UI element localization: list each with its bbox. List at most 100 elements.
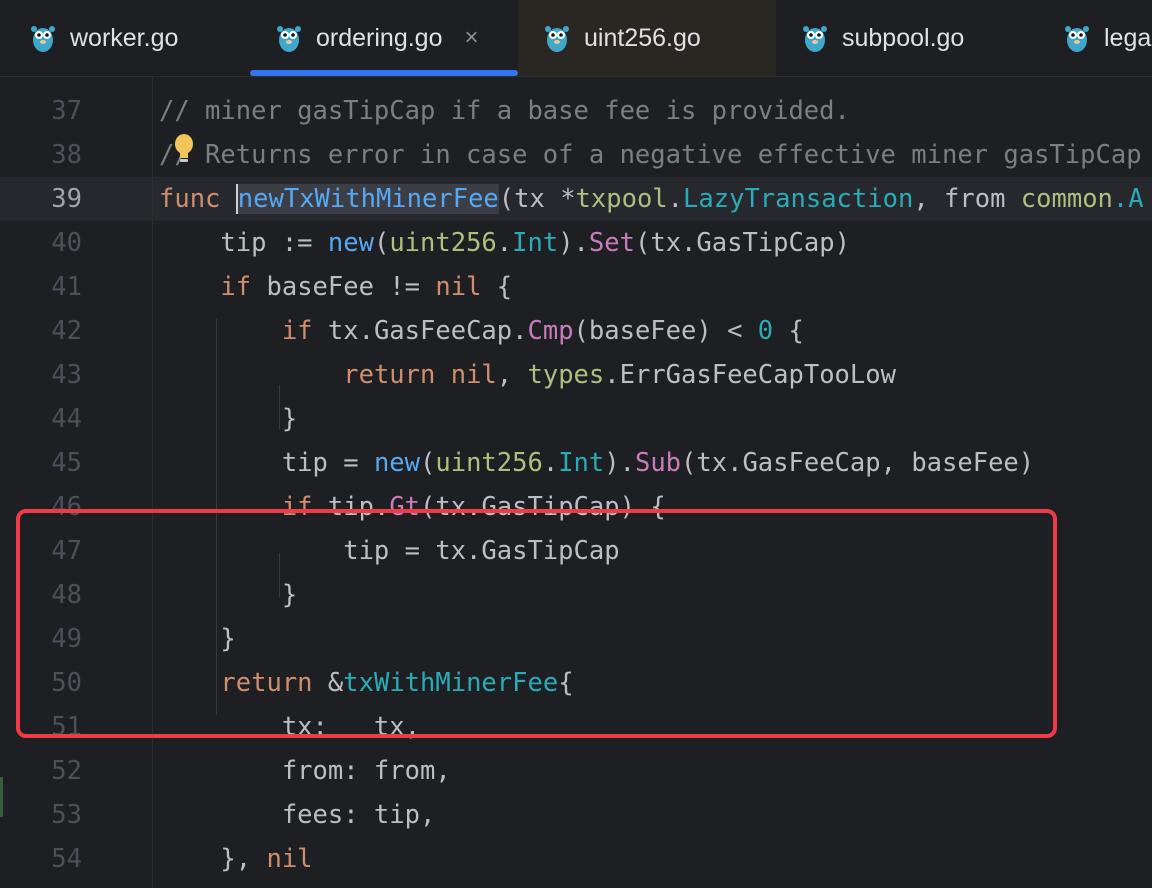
tab-label: ordering.go	[316, 23, 443, 52]
line-number[interactable]: 54	[0, 837, 82, 881]
tab-subpool-go[interactable]: subpool.go	[802, 0, 1042, 76]
code-text: fees: tip,	[159, 793, 436, 837]
code-token: }	[159, 624, 236, 654]
code-token: baseFee !=	[251, 272, 436, 302]
line-number[interactable]: 38	[0, 133, 82, 177]
code-token: (	[420, 448, 436, 478]
code-line[interactable]: 46 if tip.Gt(tx.GasTipCap) {	[0, 485, 1152, 529]
line-number[interactable]: 48	[0, 573, 82, 617]
code-text: }	[159, 573, 297, 617]
code-line[interactable]: 41 if baseFee != nil {	[0, 265, 1152, 309]
code-token: ).	[558, 228, 589, 258]
line-number[interactable]: 42	[0, 309, 82, 353]
code-token: {	[558, 668, 574, 698]
line-number[interactable]: 53	[0, 793, 82, 837]
close-icon[interactable]: ×	[464, 24, 478, 52]
tab-label: subpool.go	[842, 23, 965, 52]
code-token: (	[373, 228, 390, 258]
code-text: tip = tx.GasTipCap	[159, 529, 619, 573]
code-token: txpool	[575, 184, 668, 214]
code-token: Sub	[634, 448, 682, 478]
code-editor[interactable]: 37 // miner gasTipCap if a base fee is pr…	[0, 77, 1152, 888]
code-text: if tx.GasFeeCap.Cmp(baseFee) < 0 {	[159, 309, 804, 353]
line-number[interactable]: 41	[0, 265, 82, 309]
code-line[interactable]: 45 tip = new(uint256.Int).Sub(tx.GasFeeC…	[0, 441, 1152, 485]
code-line[interactable]: 40 tip := new(uint256.Int).Set(tx.GasTip…	[0, 221, 1152, 265]
line-number[interactable]: 40	[0, 221, 82, 265]
code-line[interactable]: 48 }	[0, 573, 1152, 617]
code-token: from: from,	[159, 756, 451, 786]
code-line[interactable]: 39 func newTxWithMinerFee(tx *txpool.Lazy…	[0, 177, 1152, 221]
code-token: .ErrGasFeeCapTooLow	[604, 360, 896, 390]
code-token: (tx.GasTipCap) {	[420, 492, 666, 522]
code-token: tx.GasFeeCap.	[312, 316, 528, 346]
code-token: Int	[558, 448, 605, 478]
line-number[interactable]: 44	[0, 397, 82, 441]
code-text: from: from,	[159, 749, 451, 793]
code-token: nil	[266, 844, 313, 874]
line-number[interactable]: 49	[0, 617, 82, 661]
code-text: }, nil	[159, 837, 313, 881]
tab-uint256-go[interactable]: uint256.go	[518, 0, 776, 76]
code-token: new	[327, 228, 374, 258]
line-number[interactable]: 51	[0, 705, 82, 749]
code-token: Int	[512, 228, 559, 258]
code-token: (tx *	[498, 184, 576, 214]
code-line[interactable]: 54 }, nil	[0, 837, 1152, 881]
code-line[interactable]: 51 tx: tx,	[0, 705, 1152, 749]
tab-worker-go[interactable]: worker.go	[30, 0, 250, 76]
code-text: if baseFee != nil {	[159, 265, 512, 309]
code-token: // miner gasTipCap if a base fee is prov…	[159, 96, 850, 126]
line-number[interactable]: 50	[0, 661, 82, 705]
tab-ordering-go[interactable]: ordering.go ×	[276, 0, 518, 76]
line-number[interactable]: 37	[0, 89, 82, 133]
code-token: },	[159, 844, 267, 874]
code-token: // Returns error in case of a negative e…	[159, 140, 1142, 170]
active-tab-indicator	[250, 70, 518, 76]
code-token: , from	[913, 184, 1021, 214]
code-token: .	[667, 184, 684, 214]
line-number[interactable]: 39	[0, 177, 82, 221]
code-line[interactable]: 43 return nil, types.ErrGasFeeCapTooLow	[0, 353, 1152, 397]
code-token: txWithMinerFee	[343, 668, 559, 698]
code-token: .	[542, 448, 559, 478]
code-token: }	[159, 404, 298, 434]
code-token: 0	[757, 316, 774, 346]
line-number[interactable]: 45	[0, 441, 82, 485]
line-number[interactable]: 43	[0, 353, 82, 397]
code-text: tx: tx,	[159, 705, 420, 749]
line-number[interactable]: 47	[0, 529, 82, 573]
code-line[interactable]: 49 }	[0, 617, 1152, 661]
gopher-icon	[545, 26, 569, 52]
code-token: types	[527, 360, 605, 390]
code-token: nil	[450, 360, 497, 390]
code-token: (tx.GasFeeCap, baseFee)	[681, 448, 1035, 478]
code-line[interactable]: 53 fees: tip,	[0, 793, 1152, 837]
tab-label: uint256.go	[584, 23, 701, 52]
code-line[interactable]: 44 }	[0, 397, 1152, 441]
code-line[interactable]: 47 tip = tx.GasTipCap	[0, 529, 1152, 573]
code-token: {	[481, 272, 513, 302]
gopher-icon	[1065, 26, 1089, 52]
code-token: newTxWithMinerFee	[235, 184, 499, 214]
code-text: // miner gasTipCap if a base fee is prov…	[159, 89, 850, 133]
code-text: if tip.Gt(tx.GasTipCap) {	[159, 485, 666, 529]
code-line[interactable]: 42 if tx.GasFeeCap.Cmp(baseFee) < 0 {	[0, 309, 1152, 353]
code-token: uint256	[389, 228, 497, 258]
code-token: fees: tip,	[159, 800, 436, 830]
line-number[interactable]: 52	[0, 749, 82, 793]
code-token: nil	[435, 272, 482, 302]
line-number[interactable]: 46	[0, 485, 82, 529]
code-token: new	[373, 448, 420, 478]
gopher-icon	[803, 26, 827, 52]
code-text: tip := new(uint256.Int).Set(tx.GasTipCap…	[159, 221, 850, 265]
code-line[interactable]: 50 return &txWithMinerFee{	[0, 661, 1152, 705]
code-line[interactable]: 52 from: from,	[0, 749, 1152, 793]
code-token: func	[159, 184, 221, 214]
code-line[interactable]: 37 // miner gasTipCap if a base fee is pr…	[0, 89, 1152, 133]
lightbulb-icon[interactable]	[173, 133, 195, 167]
tab-lega[interactable]: lega	[1064, 0, 1152, 76]
code-token: if	[281, 492, 313, 522]
